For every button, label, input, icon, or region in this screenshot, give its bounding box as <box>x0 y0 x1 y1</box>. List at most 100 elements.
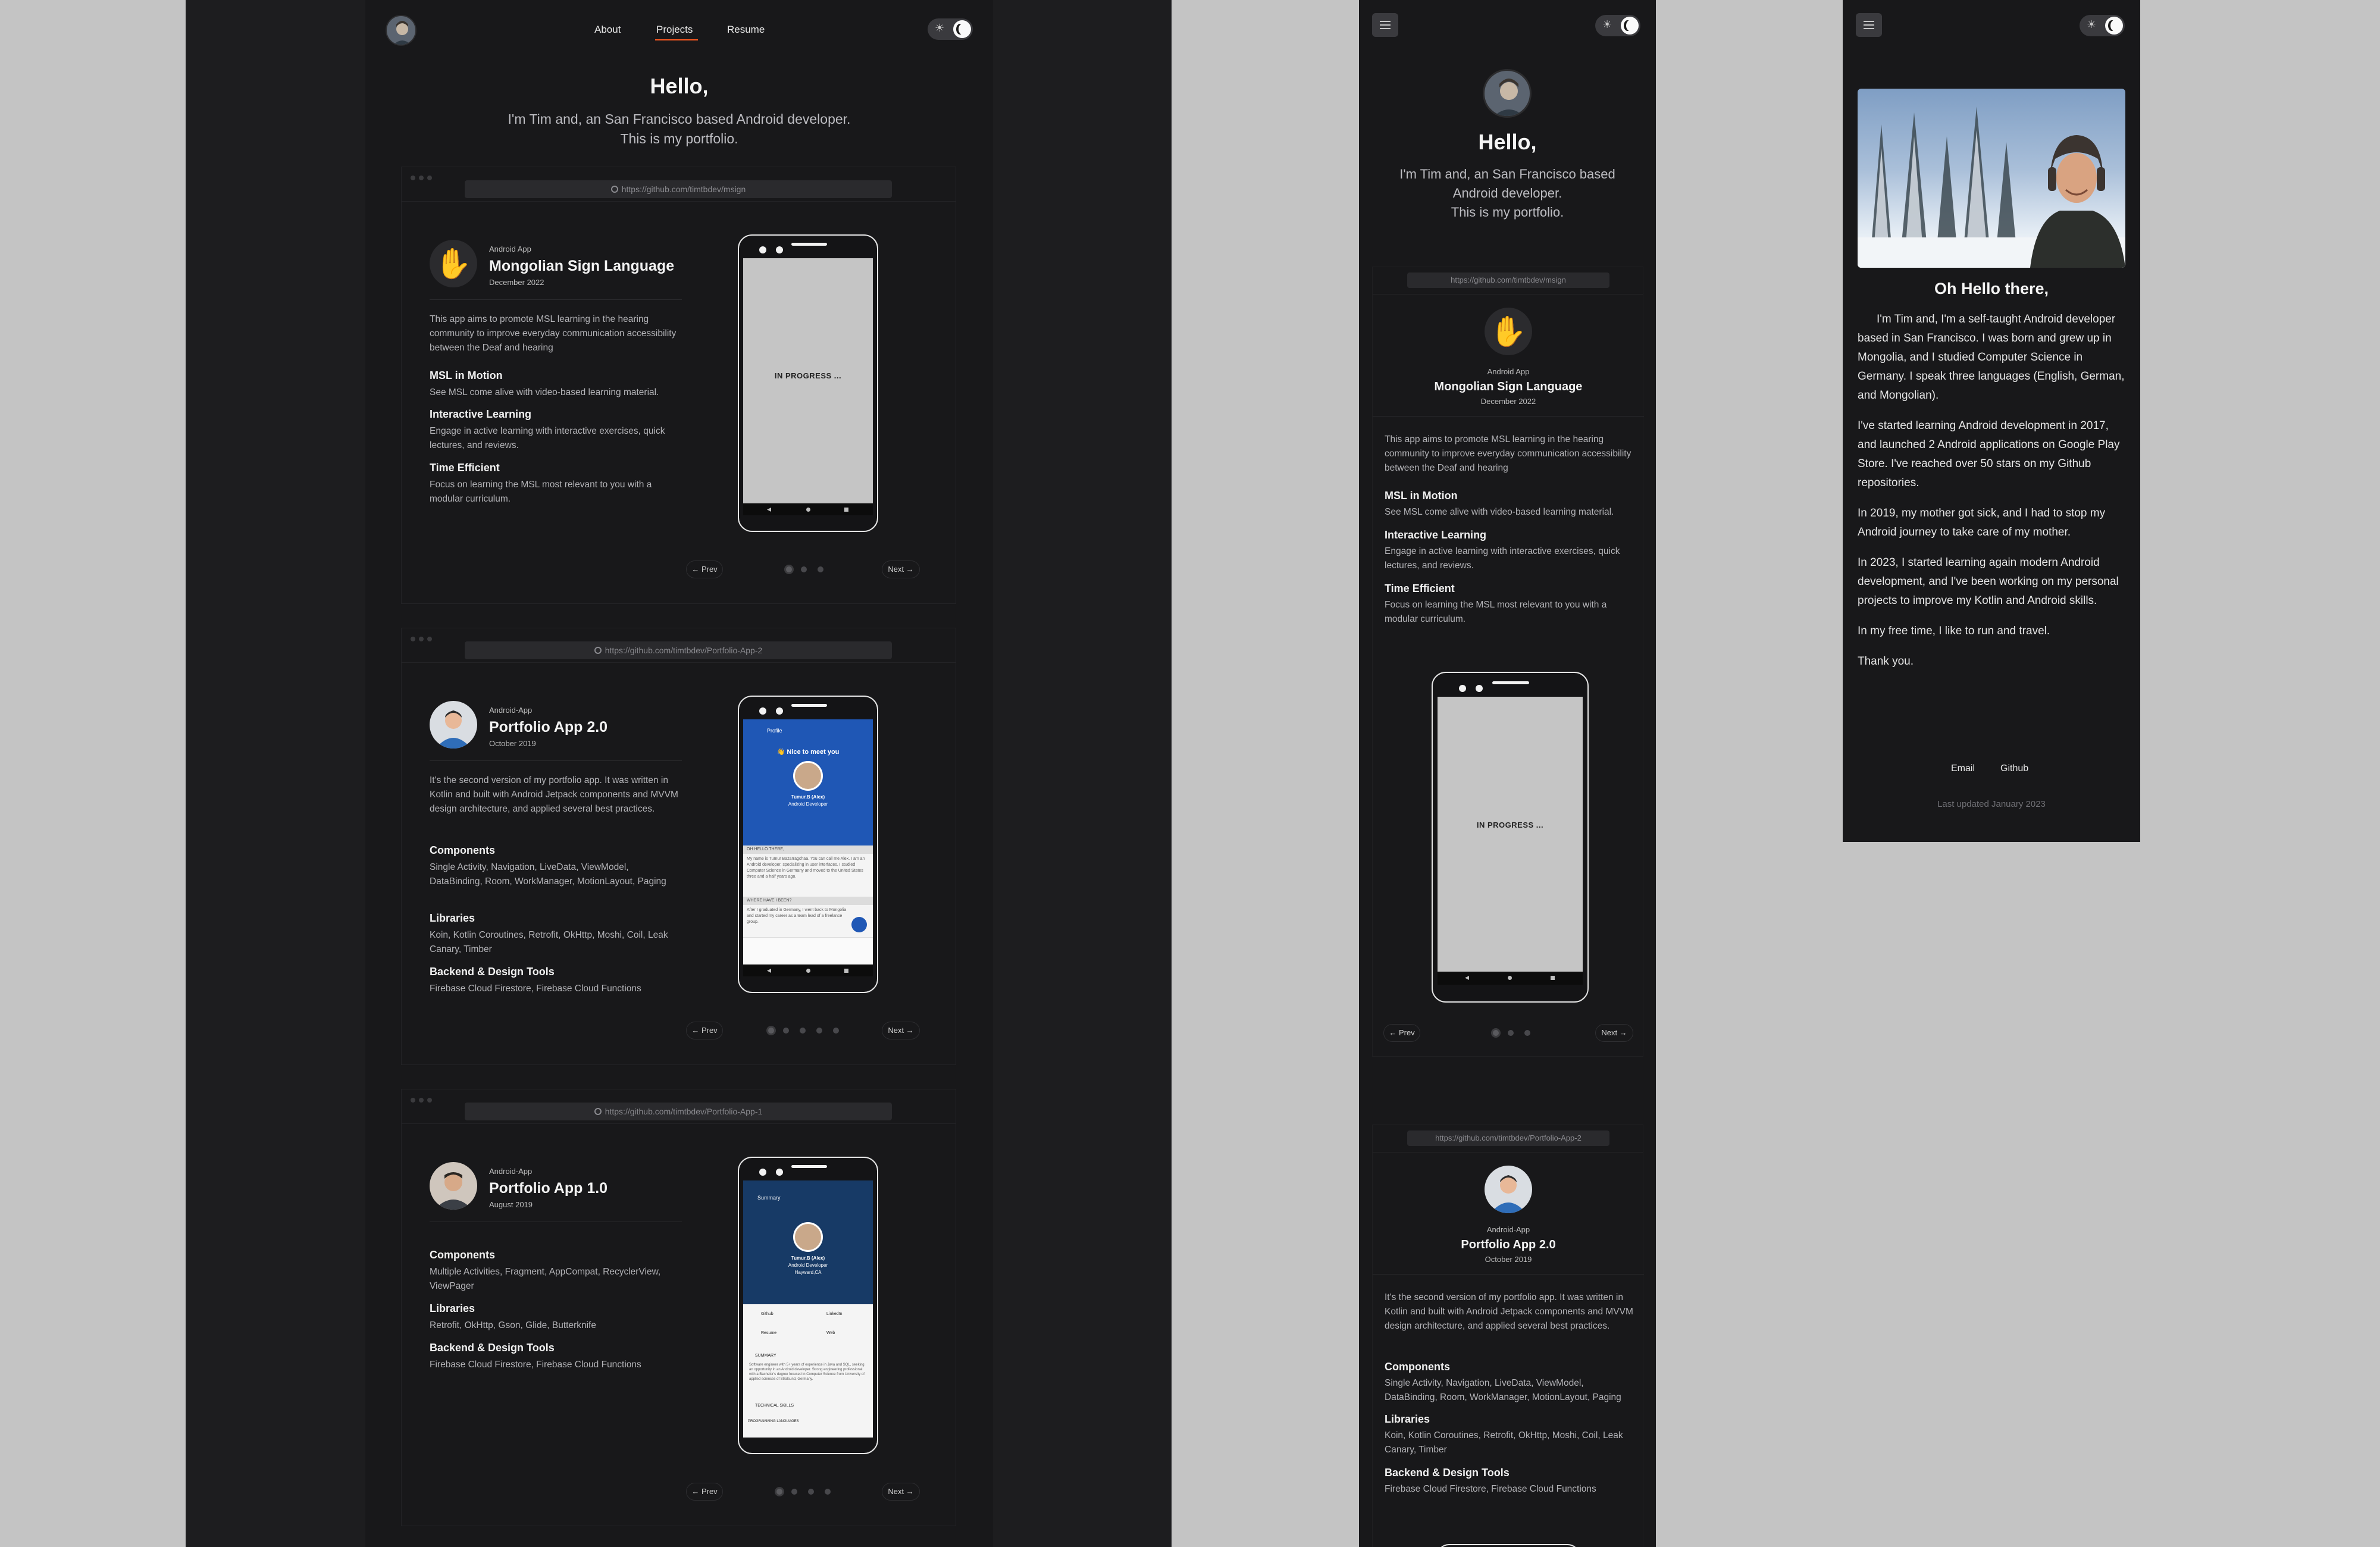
browser-bar: https://github.com/timtbdev/msign <box>402 167 956 202</box>
waving-hand-icon: ✋ <box>430 240 477 287</box>
project-date: August 2019 <box>489 1200 533 1209</box>
repo-url[interactable]: https://github.com/timtbdev/msign <box>1407 273 1609 288</box>
carousel-dot[interactable] <box>818 566 823 572</box>
nav-active-underline <box>655 39 698 40</box>
sun-icon: ☀ <box>935 22 945 35</box>
feature-text: Single Activity, Navigation, LiveData, V… <box>430 862 666 887</box>
feature-text: Engage in active learning with interacti… <box>430 426 665 450</box>
carousel-dot[interactable] <box>825 1489 831 1495</box>
phone-screen: Summary Tumur.B (Alex) Android Developer… <box>743 1180 873 1438</box>
github-icon <box>594 647 602 654</box>
phone-mockup: IN PROGRESS ... <box>738 234 878 532</box>
theme-toggle[interactable]: ☀ <box>928 18 973 40</box>
project-title: Mongolian Sign Language <box>1434 380 1583 393</box>
menu-button[interactable] <box>1372 13 1398 37</box>
feature-title: Libraries <box>430 912 475 924</box>
next-button[interactable]: Next → <box>1595 1024 1633 1042</box>
feature-title: Interactive Learning <box>1385 529 1487 541</box>
feature-text: Engage in active learning with interacti… <box>1385 546 1620 571</box>
feature-text: Firebase Cloud Firestore, Firebase Cloud… <box>1385 1484 1596 1494</box>
repo-url[interactable]: https://github.com/timtbdev/Portfolio-Ap… <box>465 641 892 659</box>
in-progress-label: IN PROGRESS ... <box>774 371 842 380</box>
carousel-dot[interactable] <box>816 1028 822 1034</box>
carousel-dot[interactable] <box>801 566 807 572</box>
theme-toggle[interactable]: ☀ <box>2080 15 2125 36</box>
moon-icon <box>1621 17 1639 35</box>
carousel-dot[interactable] <box>791 1489 797 1495</box>
prev-button[interactable]: ← Prev <box>686 1022 723 1039</box>
carousel-dot[interactable] <box>833 1028 839 1034</box>
about-paragraph: In 2023, I started learning again modern… <box>1858 556 2119 607</box>
about-text: I'm Tim and, I'm a self-taught Android d… <box>1858 310 2127 682</box>
menu-button[interactable] <box>1856 13 1882 37</box>
browser-bar: https://github.com/timtbdev/msign <box>1373 267 1643 295</box>
next-button[interactable]: Next → <box>882 1022 920 1039</box>
feature-text: See MSL come alive with video-based lear… <box>430 387 659 397</box>
about-paragraph: Thank you. <box>1858 655 1914 668</box>
feature-text: Single Activity, Navigation, LiveData, V… <box>1385 1378 1621 1402</box>
avatar-cartoon-icon <box>430 701 477 749</box>
prev-button[interactable]: ← Prev <box>686 560 723 578</box>
nav-about[interactable]: About <box>594 24 621 36</box>
desktop-column: About Projects Resume ☀ Hello, I'm Tim a… <box>365 0 993 1547</box>
carousel-dot[interactable] <box>1524 1030 1530 1036</box>
carousel-dot[interactable] <box>1508 1030 1514 1036</box>
carousel-dot[interactable] <box>766 1026 776 1035</box>
carousel-dot[interactable] <box>784 565 794 574</box>
feature-title: Time Efficient <box>430 462 500 474</box>
screen-role: Android Developer <box>788 801 828 807</box>
project-kind: Android-App <box>489 706 533 715</box>
prev-button[interactable]: ← Prev <box>686 1483 723 1501</box>
phone-screen: IN PROGRESS ... <box>743 258 873 515</box>
fab-button[interactable] <box>851 917 867 932</box>
header-avatar[interactable] <box>386 15 416 46</box>
about-paragraph: In my free time, I like to run and trave… <box>1858 625 2050 637</box>
project-description: It's the second version of my portfolio … <box>430 775 678 814</box>
carousel-dot[interactable] <box>775 1487 784 1496</box>
avatar-photo-icon <box>430 1162 477 1210</box>
feature-text: Multiple Activities, Fragment, AppCompat… <box>430 1267 661 1291</box>
screen-bar-title: Profile <box>767 728 782 734</box>
project-title: Portfolio App 1.0 <box>489 1180 608 1197</box>
feature-text: Retrofit, OkHttp, Gson, Glide, Butterkni… <box>430 1320 596 1330</box>
project-card-portfolio-2: https://github.com/timtbdev/Portfolio-Ap… <box>1372 1125 1644 1547</box>
browser-bar: https://github.com/timtbdev/Portfolio-Ap… <box>402 628 956 663</box>
feature-text: Firebase Cloud Firestore, Firebase Cloud… <box>430 1360 641 1370</box>
divider <box>430 760 682 761</box>
sun-icon: ☀ <box>2087 18 2097 31</box>
next-button[interactable]: Next → <box>882 1483 920 1501</box>
repo-url[interactable]: https://github.com/timtbdev/msign <box>465 180 892 198</box>
about-paragraph: I've started learning Android developmen… <box>1858 419 2120 489</box>
project-description: This app aims to promote MSL learning in… <box>430 314 677 353</box>
nav-resume[interactable]: Resume <box>727 24 765 36</box>
screen-bar-title: Summary <box>757 1195 781 1201</box>
repo-url[interactable]: https://github.com/timtbdev/Portfolio-Ap… <box>465 1103 892 1120</box>
carousel-dot[interactable] <box>783 1028 789 1034</box>
feature-title: Backend & Design Tools <box>430 1342 555 1354</box>
project-date: October 2019 <box>489 739 536 748</box>
hero-line2: Android developer. <box>1452 186 1562 201</box>
phone-screen: IN PROGRESS ... <box>1438 697 1583 985</box>
project-title: Portfolio App 2.0 <box>1461 1238 1556 1251</box>
waving-hand-icon: ✋ <box>1485 308 1532 355</box>
next-button[interactable]: Next → <box>882 560 920 578</box>
footer-email-link[interactable]: Email <box>1951 763 1975 774</box>
theme-toggle[interactable]: ☀ <box>1595 15 1640 36</box>
feature-title: Components <box>430 844 495 856</box>
carousel-dot[interactable] <box>1491 1028 1501 1038</box>
prev-button[interactable]: ← Prev <box>1383 1024 1420 1042</box>
repo-url[interactable]: https://github.com/timtbdev/Portfolio-Ap… <box>1407 1130 1609 1146</box>
about-heading: Oh Hello there, <box>1934 280 2049 298</box>
sun-icon: ☀ <box>1602 18 1612 31</box>
nav-projects[interactable]: Projects <box>656 24 693 36</box>
carousel-dot[interactable] <box>800 1028 806 1034</box>
phone-mockup: Profile 👋 Nice to meet you Tumur.B (Alex… <box>738 696 878 993</box>
browser-bar: https://github.com/timtbdev/Portfolio-Ap… <box>402 1089 956 1124</box>
footer-github-link[interactable]: Github <box>2000 763 2028 774</box>
about-paragraph: In 2019, my mother got sick, and I had t… <box>1858 507 2106 538</box>
feature-text: Focus on learning the MSL most relevant … <box>1385 600 1607 624</box>
feature-title: Backend & Design Tools <box>430 966 555 978</box>
github-icon <box>610 186 618 193</box>
carousel-dot[interactable] <box>808 1489 814 1495</box>
mobile-about-view: ☀ Oh Hello there, I'm Tim and, I'm a sel… <box>1843 0 2140 842</box>
